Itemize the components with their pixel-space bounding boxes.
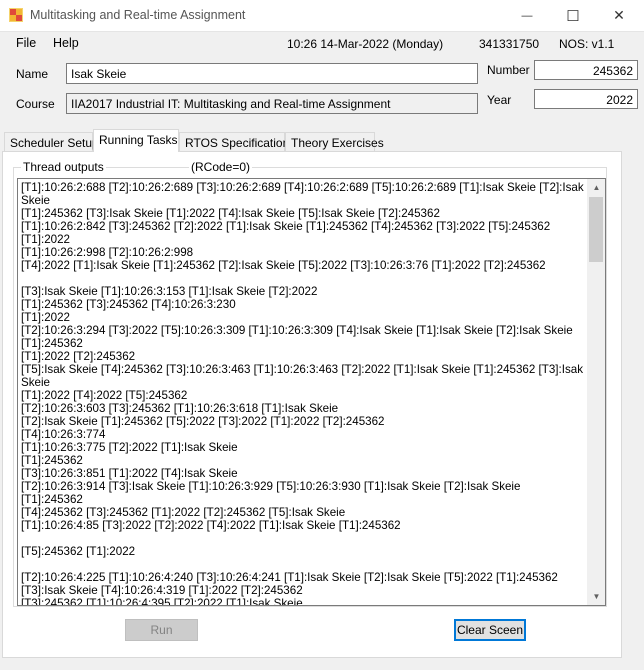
window-title: Multitasking and Real-time Assignment [30, 8, 246, 22]
title-bar[interactable]: Multitasking and Real-time Assignment — … [0, 0, 644, 32]
tab-rtos-specification[interactable]: RTOS Specification [179, 132, 289, 151]
thread-outputs-title: Thread outputs [21, 160, 106, 174]
run-button[interactable]: Run [125, 619, 198, 641]
course-field[interactable]: IIA2017 Industrial IT: Multitasking and … [66, 93, 478, 114]
datetime-label: 10:26 14-Mar-2022 (Monday) [287, 37, 444, 51]
year-field[interactable]: 2022 [534, 89, 638, 109]
id-label: 341331750 [479, 37, 540, 51]
menu-file[interactable]: File [16, 36, 36, 50]
number-label: Number [487, 63, 530, 77]
name-field[interactable]: Isak Skeie [66, 63, 478, 84]
minimize-icon: — [521, 9, 533, 22]
maximize-button[interactable]: ☐ [550, 0, 596, 31]
scrollbar-thumb[interactable] [589, 197, 603, 262]
rcode-label: (RCode=0) [189, 160, 253, 174]
close-icon: ✕ [613, 7, 625, 23]
chevron-down-icon[interactable]: ▼ [588, 588, 605, 605]
tab-theory-exercises[interactable]: Theory Exercises [285, 132, 384, 151]
thread-output-textbox[interactable]: [T1]:10:26:2:688 [T2]:10:26:2:689 [T3]:1… [17, 178, 606, 606]
menu-help[interactable]: Help [53, 36, 79, 50]
tab-scheduler-setup[interactable]: Scheduler Setup [4, 132, 99, 151]
number-field[interactable]: 245362 [534, 60, 638, 80]
thread-output-text: [T1]:10:26:2:688 [T2]:10:26:2:689 [T3]:1… [21, 181, 584, 606]
year-label: Year [487, 93, 512, 107]
app-icon [9, 8, 23, 22]
maximize-icon: ☐ [566, 7, 580, 25]
nos-version-label: NOS: v1.1 [559, 37, 615, 51]
tab-running-tasks[interactable]: Running Tasks [93, 129, 179, 152]
course-label: Course [16, 97, 55, 111]
chevron-up-icon[interactable]: ▲ [588, 179, 605, 196]
name-label: Name [16, 67, 49, 81]
minimize-button[interactable]: — [504, 0, 550, 31]
vertical-scrollbar[interactable]: ▲ ▼ [587, 179, 605, 605]
close-button[interactable]: ✕ [596, 0, 642, 31]
clear-screen-button[interactable]: Clear Sceen [454, 619, 526, 641]
